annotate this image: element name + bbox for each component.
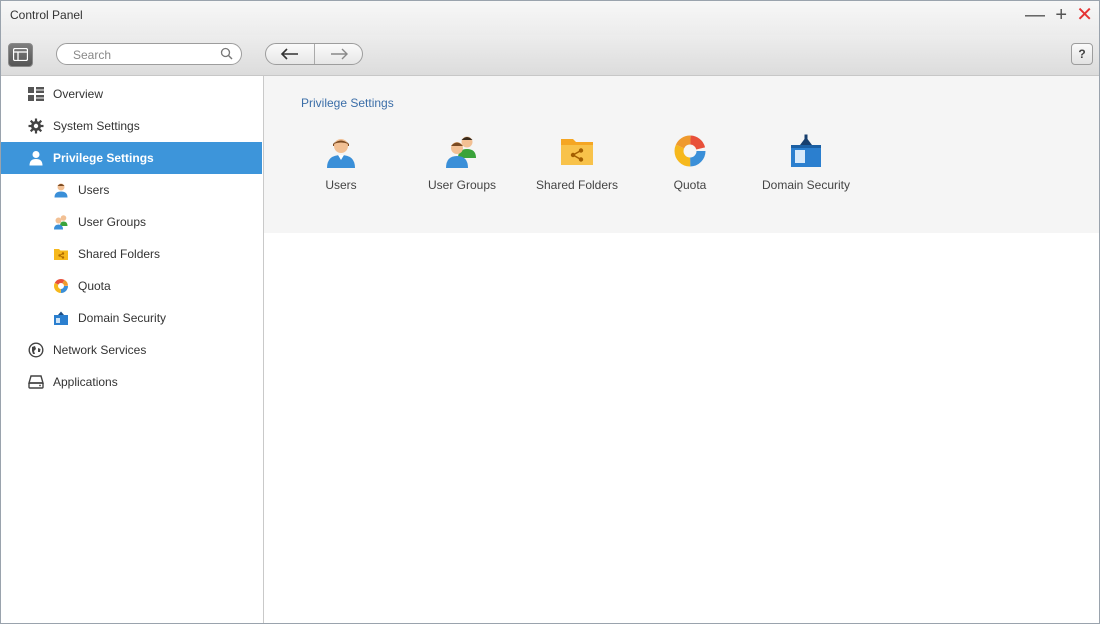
tile-domain-security[interactable]: Domain Security xyxy=(751,131,861,201)
sidebar-item-overview[interactable]: Overview xyxy=(1,78,262,110)
sidebar: Overview System Settings Privilege Setti… xyxy=(1,76,264,623)
tile-label: Domain Security xyxy=(761,178,851,192)
privilege-settings-panel: Privilege Settings Users User Groups Sha… xyxy=(264,76,1099,233)
quota-pie-icon xyxy=(52,277,70,295)
tile-label: Quota xyxy=(673,178,707,192)
sidebar-item-applications[interactable]: Applications xyxy=(1,366,262,398)
tile-users[interactable]: Users xyxy=(286,131,396,201)
user-icon xyxy=(321,131,361,171)
control-panel-window: Control Panel — + ✕ Search ? Overview Sy… xyxy=(0,0,1100,624)
gear-icon xyxy=(27,117,45,135)
section-title: Privilege Settings xyxy=(301,96,394,110)
overview-icon xyxy=(27,85,45,103)
search-input[interactable] xyxy=(71,46,215,64)
sidebar-item-label: Shared Folders xyxy=(78,247,161,261)
sidebar-item-privilege-settings[interactable]: Privilege Settings xyxy=(1,142,262,174)
menu-toggle-button[interactable] xyxy=(8,43,33,67)
sidebar-item-quota[interactable]: Quota xyxy=(1,270,262,302)
sidebar-item-network-services[interactable]: Network Services xyxy=(1,334,262,366)
main-content: Privilege Settings Users User Groups Sha… xyxy=(264,76,1099,623)
arrow-right-icon xyxy=(331,48,348,60)
shared-folder-icon xyxy=(557,131,597,171)
user-group-icon xyxy=(442,131,482,171)
maximize-icon[interactable]: + xyxy=(1055,5,1067,25)
sidebar-item-label: Overview xyxy=(53,87,104,101)
sidebar-item-label: Applications xyxy=(53,375,118,389)
toolbar: ? xyxy=(1,35,1099,76)
user-icon xyxy=(27,149,45,167)
user-icon xyxy=(52,181,70,199)
quota-pie-icon xyxy=(670,131,710,171)
forward-button[interactable] xyxy=(315,44,362,64)
navigation-buttons xyxy=(265,43,363,65)
sidebar-item-label: User Groups xyxy=(78,215,147,229)
shared-folder-icon xyxy=(52,245,70,263)
help-button[interactable]: ? xyxy=(1071,43,1093,65)
user-group-icon xyxy=(52,213,70,231)
sidebar-item-label: Network Services xyxy=(53,343,147,357)
sidebar-item-users[interactable]: Users xyxy=(1,174,262,206)
domain-security-icon xyxy=(52,309,70,327)
title-bar: Control Panel — + ✕ xyxy=(1,1,1099,35)
sidebar-item-label: Privilege Settings xyxy=(53,151,154,165)
globe-icon xyxy=(27,341,45,359)
sidebar-item-label: Domain Security xyxy=(78,311,167,325)
tile-label: Users xyxy=(325,178,357,192)
arrow-left-icon xyxy=(280,48,298,60)
minimize-icon[interactable]: — xyxy=(1025,5,1045,25)
drive-icon xyxy=(27,373,45,391)
sidebar-item-system-settings[interactable]: System Settings xyxy=(1,110,262,142)
tile-quota[interactable]: Quota xyxy=(635,131,745,201)
sidebar-item-user-groups[interactable]: User Groups xyxy=(1,206,262,238)
panel-list-icon xyxy=(13,48,28,61)
search-box xyxy=(56,43,242,65)
sidebar-item-label: System Settings xyxy=(53,119,140,133)
tile-label: Shared Folders xyxy=(535,178,619,192)
tile-user-groups[interactable]: User Groups xyxy=(407,131,517,201)
sidebar-item-label: Quota xyxy=(78,279,111,293)
close-icon[interactable]: ✕ xyxy=(1076,5,1093,25)
tile-shared-folders[interactable]: Shared Folders xyxy=(522,131,632,201)
domain-security-icon xyxy=(786,131,826,171)
search-icon[interactable] xyxy=(220,47,233,60)
sidebar-item-label: Users xyxy=(78,183,110,197)
sidebar-item-domain-security[interactable]: Domain Security xyxy=(1,302,262,334)
back-button[interactable] xyxy=(266,44,315,64)
window-title: Control Panel xyxy=(10,8,83,22)
tile-label: User Groups xyxy=(427,178,497,192)
sidebar-item-shared-folders[interactable]: Shared Folders xyxy=(1,238,262,270)
